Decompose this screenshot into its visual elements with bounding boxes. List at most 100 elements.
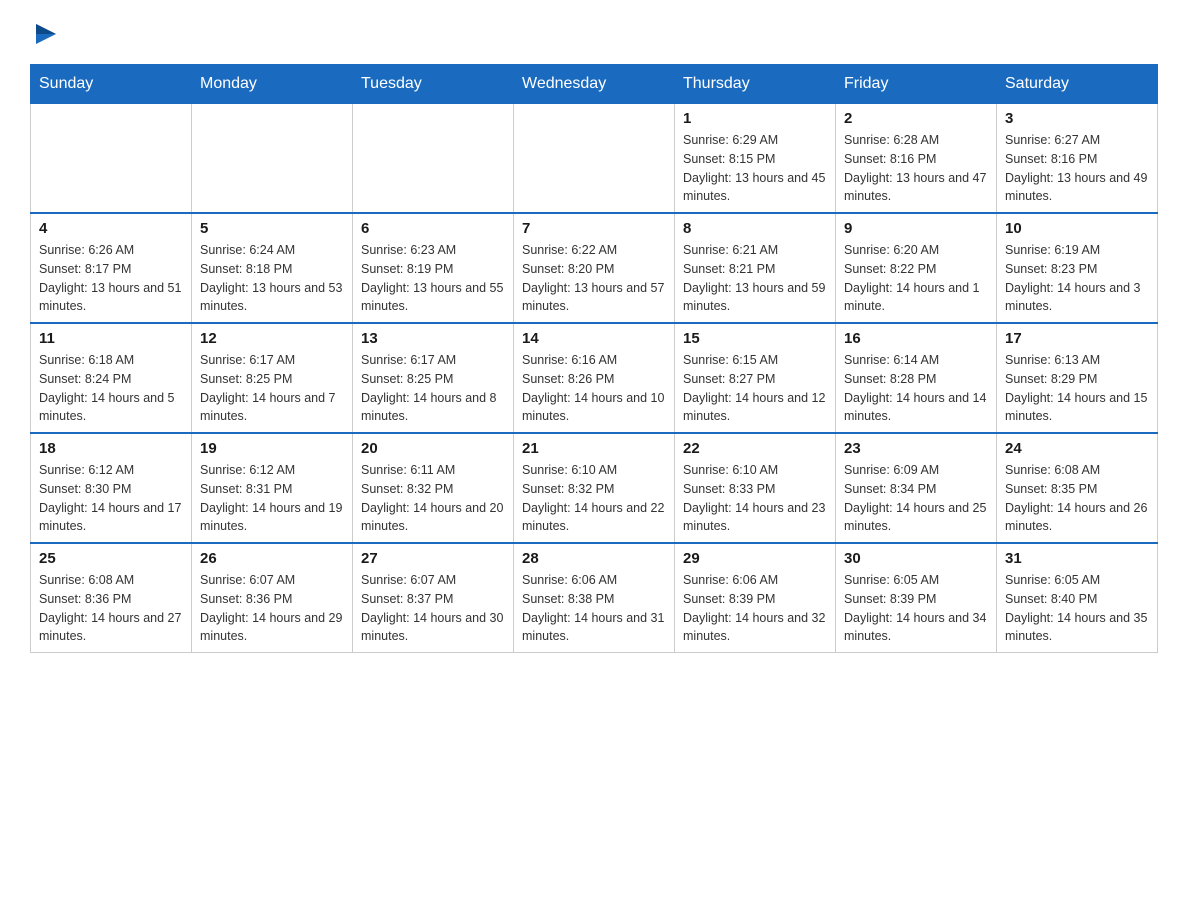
calendar-cell: 28Sunrise: 6:06 AMSunset: 8:38 PMDayligh…: [514, 543, 675, 653]
day-info: Sunrise: 6:12 AMSunset: 8:31 PMDaylight:…: [200, 461, 344, 536]
calendar-cell: 18 Sunrise: 6:12 AMSunset: 8:30 PMDayligh…: [31, 433, 192, 543]
day-number: 25: [39, 550, 183, 567]
day-info: Sunrise: 6:20 AMSunset: 8:22 PMDaylight:…: [844, 241, 988, 316]
day-of-week-tuesday: Tuesday: [353, 65, 514, 104]
calendar-cell: 17 Sunrise: 6:13 AMSunset: 8:29 PMDayligh…: [997, 323, 1158, 433]
day-number: 30: [844, 550, 988, 567]
day-number: 23: [844, 440, 988, 457]
day-info: Sunrise: 6:21 AMSunset: 8:21 PMDaylight:…: [683, 241, 827, 316]
day-info: Sunrise: 6:05 AMSunset: 8:40 PMDaylight:…: [1005, 571, 1149, 646]
day-number: 11: [39, 330, 183, 347]
day-of-week-friday: Friday: [836, 65, 997, 104]
day-info: Sunrise: 6:14 AMSunset: 8:28 PMDaylight:…: [844, 351, 988, 426]
day-info: Sunrise: 6:06 AMSunset: 8:38 PMDaylight:…: [522, 571, 666, 646]
calendar-header-row: SundayMondayTuesdayWednesdayThursdayFrid…: [31, 65, 1158, 104]
day-info: Sunrise: 6:17 AMSunset: 8:25 PMDaylight:…: [361, 351, 505, 426]
day-info: Sunrise: 6:17 AMSunset: 8:25 PMDaylight:…: [200, 351, 344, 426]
day-number: 8: [683, 220, 827, 237]
day-number: 19: [200, 440, 344, 457]
day-number: 21: [522, 440, 666, 457]
calendar-cell: 29Sunrise: 6:06 AMSunset: 8:39 PMDayligh…: [675, 543, 836, 653]
calendar-cell: [31, 104, 192, 214]
day-number: 6: [361, 220, 505, 237]
calendar-week-row: 1 Sunrise: 6:29 AMSunset: 8:15 PMDaylight…: [31, 104, 1158, 214]
day-info: Sunrise: 6:24 AMSunset: 8:18 PMDaylight:…: [200, 241, 344, 316]
day-number: 18: [39, 440, 183, 457]
day-info: Sunrise: 6:15 AMSunset: 8:27 PMDaylight:…: [683, 351, 827, 426]
calendar-cell: 24 Sunrise: 6:08 AMSunset: 8:35 PMDayligh…: [997, 433, 1158, 543]
day-number: 17: [1005, 330, 1149, 347]
day-number: 3: [1005, 110, 1149, 127]
calendar-cell: 4Sunrise: 6:26 AMSunset: 8:17 PMDaylight…: [31, 213, 192, 323]
calendar-week-row: 4Sunrise: 6:26 AMSunset: 8:17 PMDaylight…: [31, 213, 1158, 323]
day-number: 16: [844, 330, 988, 347]
calendar-cell: 19 Sunrise: 6:12 AMSunset: 8:31 PMDayligh…: [192, 433, 353, 543]
day-of-week-monday: Monday: [192, 65, 353, 104]
day-info: Sunrise: 6:07 AMSunset: 8:36 PMDaylight:…: [200, 571, 344, 646]
day-number: 12: [200, 330, 344, 347]
day-info: Sunrise: 6:11 AMSunset: 8:32 PMDaylight:…: [361, 461, 505, 536]
day-info: Sunrise: 6:22 AMSunset: 8:20 PMDaylight:…: [522, 241, 666, 316]
day-number: 24: [1005, 440, 1149, 457]
day-info: Sunrise: 6:05 AMSunset: 8:39 PMDaylight:…: [844, 571, 988, 646]
day-number: 20: [361, 440, 505, 457]
calendar-week-row: 18 Sunrise: 6:12 AMSunset: 8:30 PMDayligh…: [31, 433, 1158, 543]
day-info: Sunrise: 6:10 AMSunset: 8:33 PMDaylight:…: [683, 461, 827, 536]
day-number: 5: [200, 220, 344, 237]
calendar-week-row: 25 Sunrise: 6:08 AMSunset: 8:36 PMDayligh…: [31, 543, 1158, 653]
page-header: [30, 20, 1158, 44]
calendar-cell: 3 Sunrise: 6:27 AMSunset: 8:16 PMDaylight…: [997, 104, 1158, 214]
calendar-cell: [353, 104, 514, 214]
day-number: 31: [1005, 550, 1149, 567]
calendar-cell: 31 Sunrise: 6:05 AMSunset: 8:40 PMDayligh…: [997, 543, 1158, 653]
day-info: Sunrise: 6:29 AMSunset: 8:15 PMDaylight:…: [683, 131, 827, 206]
calendar-cell: 16 Sunrise: 6:14 AMSunset: 8:28 PMDayligh…: [836, 323, 997, 433]
day-info: Sunrise: 6:27 AMSunset: 8:16 PMDaylight:…: [1005, 131, 1149, 206]
day-info: Sunrise: 6:08 AMSunset: 8:35 PMDaylight:…: [1005, 461, 1149, 536]
day-number: 22: [683, 440, 827, 457]
calendar-cell: [514, 104, 675, 214]
day-number: 14: [522, 330, 666, 347]
calendar-cell: 13 Sunrise: 6:17 AMSunset: 8:25 PMDayligh…: [353, 323, 514, 433]
calendar-cell: 22 Sunrise: 6:10 AMSunset: 8:33 PMDayligh…: [675, 433, 836, 543]
day-number: 13: [361, 330, 505, 347]
day-number: 1: [683, 110, 827, 127]
day-info: Sunrise: 6:08 AMSunset: 8:36 PMDaylight:…: [39, 571, 183, 646]
day-info: Sunrise: 6:13 AMSunset: 8:29 PMDaylight:…: [1005, 351, 1149, 426]
calendar-cell: 1 Sunrise: 6:29 AMSunset: 8:15 PMDaylight…: [675, 104, 836, 214]
calendar-cell: 11Sunrise: 6:18 AMSunset: 8:24 PMDayligh…: [31, 323, 192, 433]
calendar-cell: 23 Sunrise: 6:09 AMSunset: 8:34 PMDayligh…: [836, 433, 997, 543]
day-number: 26: [200, 550, 344, 567]
calendar-cell: 25 Sunrise: 6:08 AMSunset: 8:36 PMDayligh…: [31, 543, 192, 653]
day-info: Sunrise: 6:26 AMSunset: 8:17 PMDaylight:…: [39, 241, 183, 316]
calendar-table: SundayMondayTuesdayWednesdayThursdayFrid…: [30, 64, 1158, 653]
calendar-cell: 8 Sunrise: 6:21 AMSunset: 8:21 PMDaylight…: [675, 213, 836, 323]
day-info: Sunrise: 6:10 AMSunset: 8:32 PMDaylight:…: [522, 461, 666, 536]
logo: [30, 20, 60, 44]
day-number: 27: [361, 550, 505, 567]
day-number: 15: [683, 330, 827, 347]
day-of-week-wednesday: Wednesday: [514, 65, 675, 104]
calendar-week-row: 11Sunrise: 6:18 AMSunset: 8:24 PMDayligh…: [31, 323, 1158, 433]
day-of-week-sunday: Sunday: [31, 65, 192, 104]
day-info: Sunrise: 6:19 AMSunset: 8:23 PMDaylight:…: [1005, 241, 1149, 316]
day-info: Sunrise: 6:09 AMSunset: 8:34 PMDaylight:…: [844, 461, 988, 536]
calendar-cell: 15 Sunrise: 6:15 AMSunset: 8:27 PMDayligh…: [675, 323, 836, 433]
day-of-week-saturday: Saturday: [997, 65, 1158, 104]
day-number: 9: [844, 220, 988, 237]
calendar-cell: 7 Sunrise: 6:22 AMSunset: 8:20 PMDaylight…: [514, 213, 675, 323]
day-number: 10: [1005, 220, 1149, 237]
calendar-cell: 27Sunrise: 6:07 AMSunset: 8:37 PMDayligh…: [353, 543, 514, 653]
day-number: 29: [683, 550, 827, 567]
calendar-cell: 30 Sunrise: 6:05 AMSunset: 8:39 PMDayligh…: [836, 543, 997, 653]
day-info: Sunrise: 6:16 AMSunset: 8:26 PMDaylight:…: [522, 351, 666, 426]
day-of-week-thursday: Thursday: [675, 65, 836, 104]
day-info: Sunrise: 6:12 AMSunset: 8:30 PMDaylight:…: [39, 461, 183, 536]
calendar-cell: 14 Sunrise: 6:16 AMSunset: 8:26 PMDayligh…: [514, 323, 675, 433]
logo-icon: [32, 20, 60, 48]
day-number: 7: [522, 220, 666, 237]
day-info: Sunrise: 6:23 AMSunset: 8:19 PMDaylight:…: [361, 241, 505, 316]
calendar-cell: 5 Sunrise: 6:24 AMSunset: 8:18 PMDaylight…: [192, 213, 353, 323]
calendar-cell: 26 Sunrise: 6:07 AMSunset: 8:36 PMDayligh…: [192, 543, 353, 653]
calendar-cell: 21 Sunrise: 6:10 AMSunset: 8:32 PMDayligh…: [514, 433, 675, 543]
